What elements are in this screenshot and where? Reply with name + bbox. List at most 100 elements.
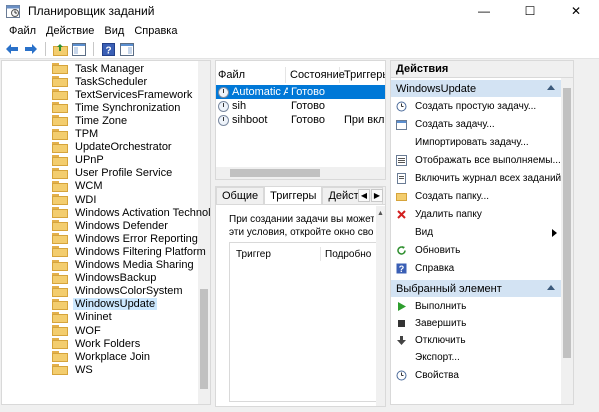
- details-column-header[interactable]: Подробно: [320, 247, 378, 261]
- triggers-info-line: При создании задачи вы можете у: [229, 214, 374, 225]
- task-list[interactable]: Файл Состояние Триггеры Automatic A...Го…: [215, 60, 386, 180]
- task-row[interactable]: sih Готово: [216, 99, 385, 113]
- tree-item[interactable]: TaskScheduler: [52, 75, 147, 88]
- tab-scroll-left-icon[interactable]: ◀: [358, 189, 370, 202]
- action-item[interactable]: ? Справка: [396, 262, 561, 276]
- tree-item[interactable]: Windows Defender: [52, 219, 168, 232]
- action-item[interactable]: Завершить: [396, 316, 561, 330]
- tab-triggers[interactable]: Триггеры: [264, 187, 323, 204]
- task-status: Готово: [291, 86, 325, 98]
- tree-item[interactable]: UPnP: [52, 154, 104, 167]
- folder-tree[interactable]: Task Manager TaskScheduler TextServicesFra…: [1, 60, 211, 405]
- tree-item[interactable]: WOF: [52, 324, 101, 337]
- forward-arrow-icon[interactable]: [23, 41, 39, 57]
- task-status: Готово: [291, 100, 325, 112]
- action-item[interactable]: Отключить: [396, 334, 561, 348]
- actions-pane: Действия WindowsUpdate Создать простую за…: [390, 60, 574, 405]
- task-list-scrollbar-thumb[interactable]: [230, 169, 320, 177]
- maximize-button[interactable]: ☐: [507, 0, 553, 22]
- tree-item[interactable]: TPM: [52, 128, 98, 141]
- help-icon[interactable]: ?: [100, 41, 116, 57]
- close-button[interactable]: ✕: [553, 0, 599, 22]
- menu-view[interactable]: Вид: [99, 25, 129, 37]
- tree-item[interactable]: Task Manager: [52, 62, 144, 75]
- tree-item[interactable]: Workplace Join: [52, 350, 150, 363]
- blank-icon: [396, 227, 407, 238]
- task-name-cell: sih: [218, 99, 288, 113]
- task-clock-icon: [218, 114, 229, 126]
- tree-item[interactable]: WindowsColorSystem: [52, 285, 183, 298]
- column-header-name[interactable]: Файл: [216, 67, 286, 83]
- scroll-up-icon[interactable]: ▲: [377, 210, 384, 217]
- tree-item[interactable]: TextServicesFramework: [52, 88, 192, 101]
- section-selected-item[interactable]: Выбранный элемент: [391, 280, 561, 297]
- collapse-caret-icon[interactable]: [547, 85, 555, 90]
- actions-scrollbar[interactable]: [561, 78, 573, 404]
- triggers-info-line: эти условия, откройте окно свойс: [229, 227, 374, 238]
- action-item[interactable]: Свойства: [396, 368, 561, 382]
- tree-item[interactable]: User Profile Service: [52, 167, 172, 180]
- tree-item[interactable]: Time Zone: [52, 114, 127, 127]
- column-header-status[interactable]: Состояние: [288, 67, 345, 83]
- action-item[interactable]: Обновить: [396, 244, 561, 258]
- menu-help[interactable]: Справка: [129, 25, 182, 37]
- action-item[interactable]: Удалить папку: [396, 208, 561, 222]
- tree-item[interactable]: Windows Filtering Platform: [52, 245, 206, 258]
- back-arrow-icon[interactable]: [4, 41, 20, 57]
- tab-scroll-right-icon[interactable]: ▶: [371, 189, 383, 202]
- action-label: Создать задачу...: [415, 118, 495, 130]
- svg-text:?: ?: [399, 264, 405, 274]
- tree-scrollbar[interactable]: [198, 61, 210, 404]
- folder-icon: [52, 246, 68, 258]
- details-scrollbar[interactable]: ▲: [376, 206, 385, 406]
- column-header-triggers[interactable]: Триггеры: [342, 67, 385, 83]
- tree-item[interactable]: Windows Media Sharing: [52, 259, 194, 272]
- show-hide-pane-icon[interactable]: [71, 41, 87, 57]
- action-label: Отображать все выполняемы...: [415, 154, 561, 166]
- menu-action[interactable]: Действие: [41, 25, 99, 37]
- action-item[interactable]: Создать задачу...: [396, 117, 561, 131]
- stop-icon: [396, 318, 407, 329]
- menu-file[interactable]: Файл: [4, 25, 41, 37]
- tree-item-label: TPM: [75, 128, 99, 140]
- tree-item[interactable]: Time Synchronization: [52, 101, 180, 114]
- folder-up-icon[interactable]: [52, 41, 68, 57]
- tree-item[interactable]: UpdateOrchestrator: [52, 141, 172, 154]
- action-item[interactable]: Отображать все выполняемы...: [396, 153, 561, 167]
- triggers-table[interactable]: Триггер Подробно: [229, 242, 379, 402]
- tree-item[interactable]: WS: [52, 363, 93, 376]
- action-label: Вид: [415, 227, 434, 239]
- tab-general[interactable]: Общие: [216, 187, 265, 204]
- task-list-scrollbar[interactable]: [216, 167, 385, 179]
- folder-icon: [52, 259, 68, 271]
- section-windowsupdate[interactable]: WindowsUpdate: [391, 80, 561, 97]
- tree-item[interactable]: WCM: [52, 180, 103, 193]
- task-trigger: При вклю: [344, 114, 385, 126]
- tree-item[interactable]: Windows Activation Technolog: [52, 206, 210, 219]
- tree-item[interactable]: Wininet: [52, 311, 112, 324]
- action-item[interactable]: Экспорт...: [396, 351, 561, 365]
- create-basic-task-icon: [396, 101, 407, 112]
- tree-scrollbar-thumb[interactable]: [200, 289, 208, 389]
- tree-item[interactable]: WindowsUpdate: [52, 298, 158, 311]
- details-tabs: Общие Триггеры Действия ◀ ▶: [216, 187, 385, 205]
- tree-item[interactable]: Windows Error Reporting: [52, 232, 198, 245]
- action-item[interactable]: Вид: [396, 226, 561, 240]
- trigger-column-header[interactable]: Триггер: [232, 247, 318, 261]
- action-label: Создать простую задачу...: [415, 100, 537, 112]
- actions-scrollbar-thumb[interactable]: [563, 88, 571, 358]
- action-item[interactable]: Создать папку...: [396, 190, 561, 204]
- tree-item[interactable]: WindowsBackup: [52, 272, 156, 285]
- collapse-caret-icon[interactable]: [547, 285, 555, 290]
- task-row[interactable]: Automatic A...Готово: [216, 85, 385, 99]
- action-item[interactable]: Импортировать задачу...: [396, 135, 561, 149]
- action-item[interactable]: Включить журнал всех заданий: [396, 171, 561, 185]
- task-name: sihboot: [232, 114, 268, 126]
- task-row[interactable]: sihboot Готово При вклю: [216, 113, 385, 127]
- minimize-button[interactable]: —: [461, 0, 507, 22]
- properties-pane-icon[interactable]: [119, 41, 135, 57]
- action-item[interactable]: Создать простую задачу...: [396, 99, 561, 113]
- tree-item[interactable]: WDI: [52, 193, 96, 206]
- tree-item[interactable]: Work Folders: [52, 337, 140, 350]
- action-item[interactable]: Выполнить: [396, 299, 561, 313]
